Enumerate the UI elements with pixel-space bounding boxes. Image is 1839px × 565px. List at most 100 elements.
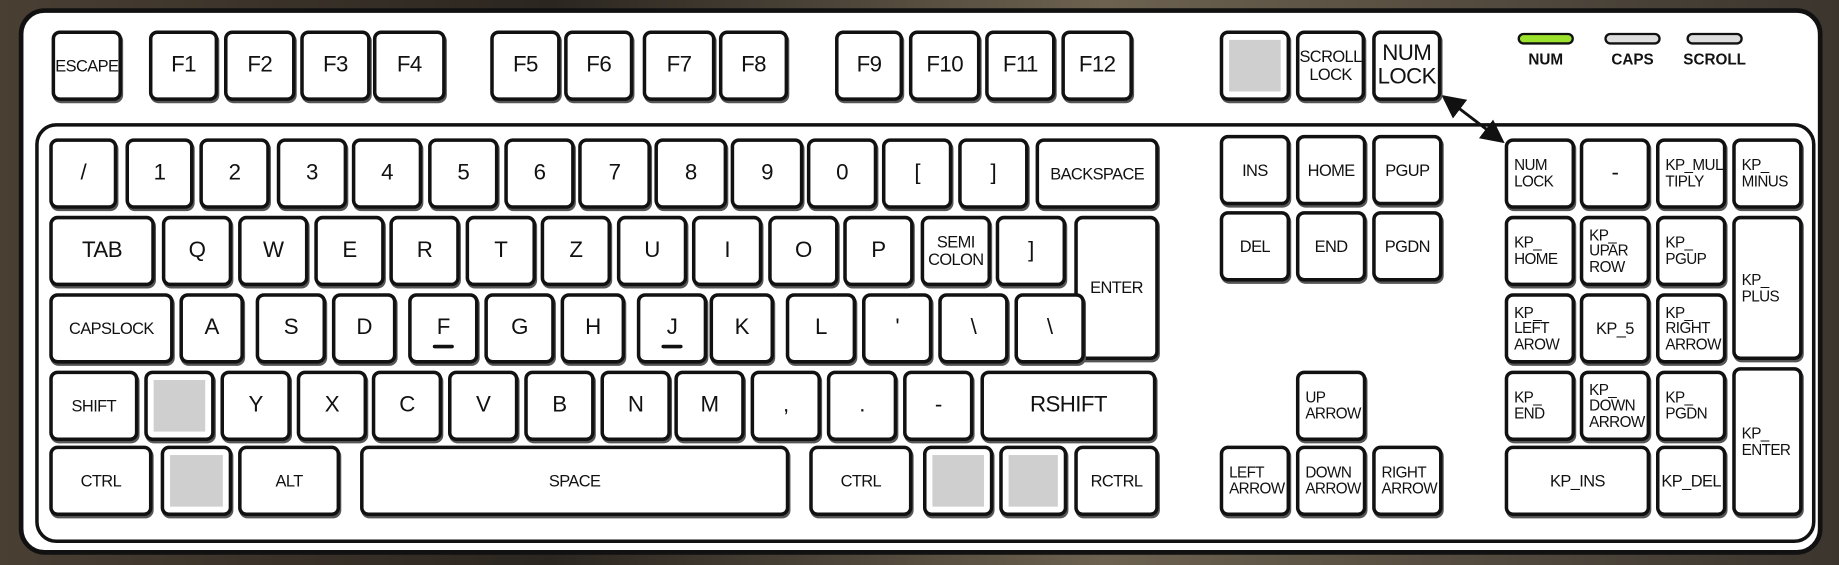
- key-v[interactable]: V: [448, 370, 519, 441]
- key-o[interactable]: O: [768, 215, 839, 287]
- key-kp-5[interactable]: KP_5: [1579, 293, 1651, 364]
- key-f2[interactable]: F2: [224, 30, 296, 101]
- key-kp-minus[interactable]: KP_ MINUS: [1732, 138, 1803, 209]
- key-right-arrow[interactable]: RIGHT ARROW: [1372, 445, 1443, 517]
- key-kp-left-arow[interactable]: KP_ LEFT AROW: [1504, 293, 1576, 364]
- key-left-arrow[interactable]: LEFT ARROW: [1219, 445, 1291, 517]
- key-rctrl[interactable]: RCTRL: [1074, 445, 1159, 517]
- key-n[interactable]: N: [600, 370, 671, 441]
- key-pgup[interactable]: PGUP: [1372, 134, 1443, 206]
- key-end[interactable]: END: [1295, 211, 1367, 282]
- key-kp-plus[interactable]: KP_ PLUS: [1732, 215, 1803, 361]
- key-k[interactable]: K: [709, 293, 775, 364]
- key-f10[interactable]: F10: [908, 30, 981, 101]
- blank-key[interactable]: \: [1014, 293, 1085, 364]
- key-ins[interactable]: INS: [1219, 134, 1291, 206]
- key-alt[interactable]: ALT: [238, 445, 341, 517]
- key-kp-pgup[interactable]: KP_ PGUP: [1655, 215, 1727, 287]
- key-kp-upar-row[interactable]: KP_ UPAR ROW: [1579, 215, 1651, 287]
- key-f12[interactable]: F12: [1061, 30, 1133, 101]
- key-c[interactable]: C: [371, 370, 443, 441]
- blank-key[interactable]: -: [1579, 138, 1651, 209]
- blank-key[interactable]: [1219, 30, 1291, 101]
- key-0[interactable]: 0: [806, 138, 878, 209]
- key-e[interactable]: E: [314, 215, 385, 287]
- key-kp-enter[interactable]: KP_ ENTER: [1732, 367, 1803, 517]
- key-ctrl[interactable]: CTRL: [49, 445, 153, 517]
- key-del[interactable]: DEL: [1219, 211, 1291, 282]
- key-kp-end[interactable]: KP_ END: [1504, 370, 1576, 441]
- key-j[interactable]: J: [636, 293, 708, 364]
- key-space[interactable]: SPACE: [360, 445, 790, 517]
- key-m[interactable]: M: [674, 370, 745, 441]
- key-num-lock[interactable]: NUM LOCK: [1504, 138, 1576, 209]
- key-f4[interactable]: F4: [372, 30, 446, 101]
- blank-key[interactable]: [: [881, 138, 953, 209]
- key-q[interactable]: Q: [161, 215, 233, 287]
- key-8[interactable]: 8: [654, 138, 728, 209]
- key-up-arrow[interactable]: UP ARROW: [1295, 370, 1367, 441]
- blank-key[interactable]: [160, 445, 233, 517]
- key-f9[interactable]: F9: [835, 30, 904, 101]
- key-kp-del[interactable]: KP_DEL: [1655, 445, 1727, 517]
- key-f11[interactable]: F11: [985, 30, 1056, 101]
- key-r[interactable]: R: [389, 215, 460, 287]
- key-y[interactable]: Y: [220, 370, 291, 441]
- key-6[interactable]: 6: [504, 138, 575, 209]
- key-d[interactable]: D: [331, 293, 397, 364]
- key-1[interactable]: 1: [125, 138, 194, 209]
- key-kp-home[interactable]: KP_ HOME: [1504, 215, 1576, 287]
- blank-key[interactable]: [144, 370, 215, 441]
- key-escape[interactable]: ESCAPE: [51, 30, 122, 101]
- blank-key[interactable]: ': [862, 293, 933, 364]
- key-rshift[interactable]: RSHIFT: [980, 370, 1157, 441]
- blank-key[interactable]: ,: [750, 370, 821, 441]
- key-t[interactable]: T: [465, 215, 536, 287]
- blank-key[interactable]: ]: [995, 215, 1067, 287]
- key-shift[interactable]: SHIFT: [49, 370, 139, 441]
- key-enter[interactable]: ENTER: [1074, 215, 1159, 361]
- key-f1[interactable]: F1: [148, 30, 219, 101]
- key-a[interactable]: A: [179, 293, 244, 364]
- blank-key[interactable]: /: [49, 138, 118, 209]
- blank-key[interactable]: -: [903, 370, 974, 441]
- key-h[interactable]: H: [560, 293, 626, 364]
- key-kp-pgdn[interactable]: KP_ PGDN: [1655, 370, 1727, 441]
- key-u[interactable]: U: [616, 215, 688, 287]
- key-f[interactable]: F: [408, 293, 479, 364]
- key-5[interactable]: 5: [428, 138, 499, 209]
- key-scroll-lock[interactable]: SCROLL LOCK: [1295, 30, 1366, 101]
- key-kp-ins[interactable]: KP_INS: [1504, 445, 1651, 517]
- key-9[interactable]: 9: [730, 138, 804, 209]
- key-home[interactable]: HOME: [1295, 134, 1367, 206]
- key-x[interactable]: X: [296, 370, 368, 441]
- key-semi-colon[interactable]: SEMI COLON: [920, 215, 992, 287]
- blank-key[interactable]: .: [826, 370, 898, 441]
- blank-key[interactable]: [999, 445, 1068, 517]
- key-f6[interactable]: F6: [564, 30, 634, 101]
- key-3[interactable]: 3: [276, 138, 348, 209]
- key-f3[interactable]: F3: [300, 30, 371, 101]
- key-kp-down-arrow[interactable]: KP_ DOWN ARROW: [1579, 370, 1651, 441]
- key-b[interactable]: B: [524, 370, 595, 441]
- key-l[interactable]: L: [785, 293, 857, 364]
- key-tab[interactable]: TAB: [49, 215, 155, 287]
- key-capslock[interactable]: CAPSLOCK: [49, 293, 174, 364]
- key-g[interactable]: G: [484, 293, 555, 364]
- key-i[interactable]: I: [691, 215, 763, 287]
- key-backspace[interactable]: BACKSPACE: [1035, 138, 1159, 209]
- key-7[interactable]: 7: [578, 138, 651, 209]
- key-ctrl[interactable]: CTRL: [809, 445, 913, 517]
- key-kp-mul-tiply[interactable]: KP_MUL TIPLY: [1655, 138, 1727, 209]
- key-f7[interactable]: F7: [642, 30, 716, 101]
- key-4[interactable]: 4: [351, 138, 423, 209]
- key-pgdn[interactable]: PGDN: [1372, 211, 1443, 282]
- key-f8[interactable]: F8: [718, 30, 789, 101]
- blank-key[interactable]: ]: [958, 138, 1029, 209]
- blank-key[interactable]: \: [938, 293, 1009, 364]
- blank-key[interactable]: [922, 445, 994, 517]
- key-kp-right-arrow[interactable]: KP_ RIGHT ARROW: [1655, 293, 1727, 364]
- key-z[interactable]: Z: [540, 215, 612, 287]
- key-s[interactable]: S: [255, 293, 327, 364]
- key-f5[interactable]: F5: [490, 30, 561, 101]
